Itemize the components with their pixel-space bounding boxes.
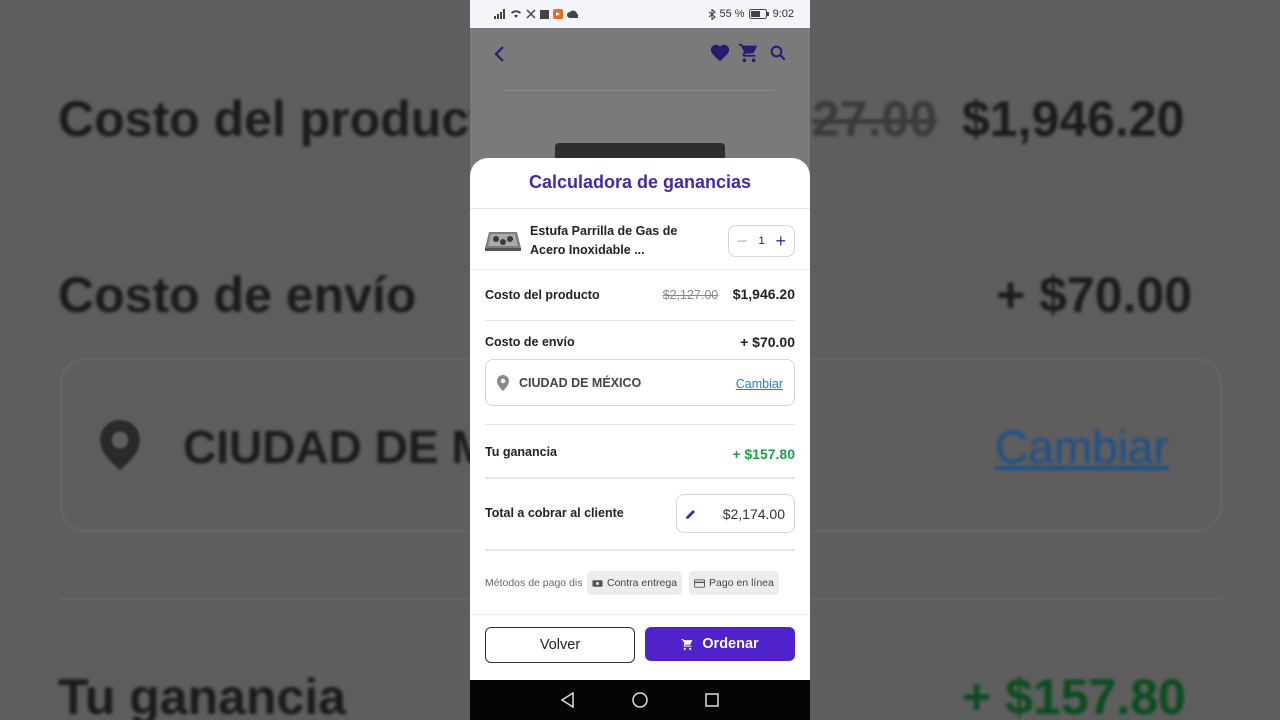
app-bar [470,28,810,88]
decrease-button[interactable]: − [737,232,748,250]
bg-profit-label: Tu ganancia [58,669,347,720]
item-name: Estufa Parrilla de Gas de Acero Inoxidab… [530,224,678,257]
item-divider [470,269,810,270]
city-name: CIUDAD DE MÉXICO [519,376,642,390]
total-row: Total a cobrar al cliente [485,506,675,520]
product-cost-value: $1,946.20 [732,286,795,302]
profit-row: Tu ganancia + $157.80 [485,442,795,462]
cloud-icon [567,10,578,18]
product-cost-divider [485,320,795,321]
heart-icon[interactable] [709,42,731,64]
clock: 9:02 [772,8,794,20]
system-nav-bar [470,680,810,720]
phone-screen: 55 % 9:02 Calculadora de ganancias Estuf… [470,0,810,720]
signal-icon [494,9,505,19]
cart-button-icon [681,638,693,650]
bg-product-cost-label: Costo del producto [58,91,517,147]
payment-chip-cash: Contra entrega [587,571,683,595]
location-pin-icon [497,375,509,391]
payment-method-online: Pago en línea [709,577,774,589]
payment-methods: Métodos de pago dis Contra entrega Pago … [485,570,795,596]
product-cost-row: Costo del producto $2,127.00 $1,946.20 [485,286,795,304]
status-bar: 55 % 9:02 [470,0,810,28]
profit-label: Tu ganancia [485,445,558,459]
total-label: Total a cobrar al cliente [485,506,624,520]
status-icons-left [494,9,578,19]
bg-change-link: Cambiar [995,421,1169,473]
cash-icon [592,579,603,587]
total-amount-field[interactable]: $2,174.00 [676,494,795,533]
order-button-label: Ordenar [702,636,759,652]
shipping-value: + $70.00 [740,334,795,350]
shipping-label: Costo de envío [485,335,575,349]
back-arrow-icon[interactable] [488,42,512,66]
quantity-value: 1 [758,235,765,247]
profit-value: + $157.80 [732,446,795,462]
bluetooth-icon [708,8,716,20]
profit-calculator-sheet: Calculadora de ganancias Estufa Parrilla… [470,158,810,680]
change-location-link[interactable]: Cambiar [736,377,783,391]
bg-profit-value: + $157.80 [962,669,1186,720]
wifi-icon [511,10,521,18]
increase-button[interactable]: + [775,232,786,250]
bg-product-cost-strike: 27.00 [812,91,938,147]
total-divider [485,549,795,551]
product-cost-label: Costo del producto [485,288,600,302]
status-icons-right: 55 % 9:02 [708,8,794,20]
cart-item-row: Estufa Parrilla de Gas de Acero Inoxidab… [485,220,795,268]
bg-product-cost-value: $1,946.20 [962,91,1185,147]
bg-location-pin-icon [100,420,140,470]
square-notification-icon [540,9,549,19]
title-divider [470,208,810,209]
item-thumbnail [485,232,521,251]
payment-methods-label: Métodos de pago dis [485,577,583,589]
bg-shipping-value: + $70.00 [996,267,1193,323]
product-divider [504,90,774,91]
nav-home-icon[interactable] [631,691,649,709]
shipping-divider [485,424,795,425]
app-notification-icon [553,9,563,19]
cart-icon[interactable] [738,42,760,64]
back-button[interactable]: Volver [485,627,635,663]
credit-card-icon [694,578,706,588]
bg-shipping-label: Costo de envío [58,267,417,323]
bg-city: CIUDAD DE M [183,421,490,473]
total-amount: $2,174.00 [722,506,785,522]
footer-divider [470,614,810,615]
payment-method-cash: Contra entrega [607,577,678,589]
tools-icon [526,9,536,19]
search-icon[interactable] [769,44,787,62]
battery-percent: 55 % [719,8,745,20]
pencil-icon [686,510,695,519]
sheet-title: Calculadora de ganancias [528,172,752,192]
product-cost-original: $2,127.00 [662,288,719,302]
shipping-row: Costo de envío + $70.00 [485,334,795,350]
nav-recents-icon[interactable] [703,691,721,709]
nav-back-icon[interactable] [559,691,577,709]
order-button[interactable]: Ordenar [645,627,795,661]
location-box: CIUDAD DE MÉXICO Cambiar [485,359,795,406]
product-image-area [470,88,810,173]
profit-divider [485,477,795,479]
battery-icon [748,9,769,19]
payment-chip-online: Pago en línea [689,571,779,595]
quantity-stepper[interactable]: − 1 + [728,225,795,257]
